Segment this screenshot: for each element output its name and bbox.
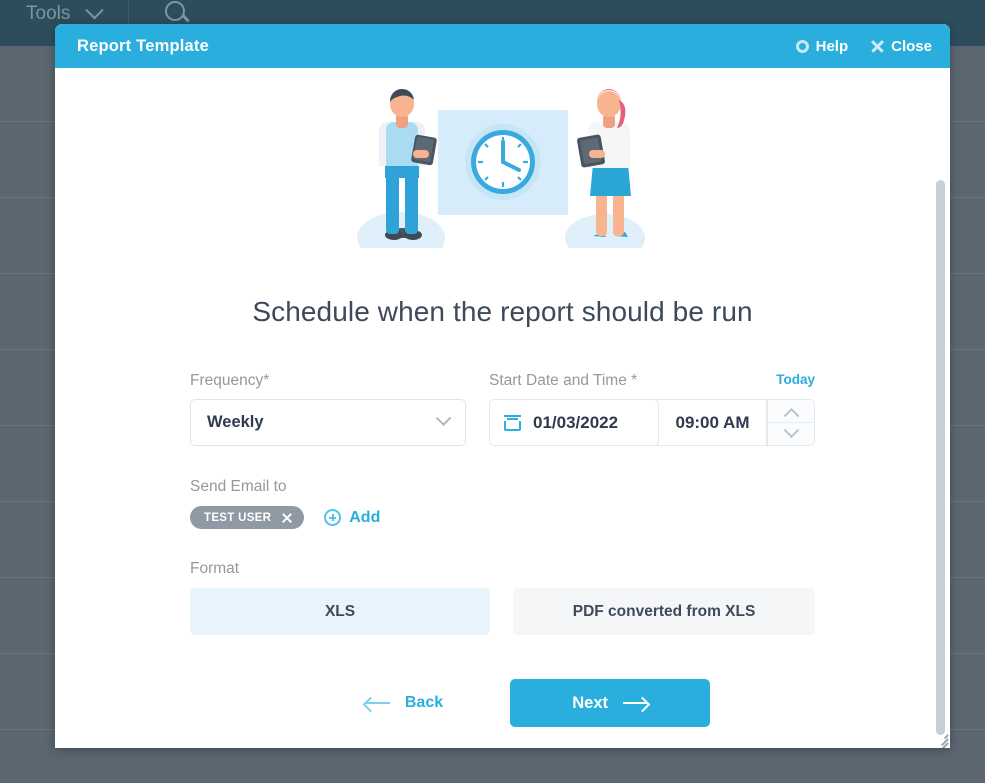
format-label: Format — [190, 560, 240, 577]
close-button[interactable]: Close — [870, 38, 932, 55]
back-button-label: Back — [404, 694, 444, 711]
add-recipient-button[interactable]: Add — [324, 509, 380, 527]
wizard-footer-actions: Back Next — [190, 679, 815, 727]
chevron-up-icon — [783, 407, 799, 424]
frequency-value: Weekly — [207, 413, 264, 431]
format-option-pdf[interactable]: PDF converted from XLS — [513, 588, 815, 635]
chevron-down-icon — [783, 421, 799, 438]
frequency-label: Frequency* — [190, 372, 466, 390]
dialog-title: Report Template — [77, 36, 209, 55]
dialog-titlebar: Report Template Help Close — [55, 24, 950, 68]
calendar-icon — [504, 414, 521, 431]
next-button-label: Next — [572, 693, 608, 712]
format-option-xls[interactable]: XLS — [190, 588, 491, 635]
help-button-label: Help — [815, 37, 849, 55]
schedule-form: Frequency* Weekly Start Date and Time * … — [55, 372, 950, 727]
resize-grip[interactable] — [932, 730, 949, 748]
time-stepper-down[interactable] — [768, 421, 814, 445]
search-icon-handle — [182, 14, 190, 22]
time-input[interactable]: 09:00 AM — [659, 400, 767, 445]
frequency-select[interactable]: Weekly — [190, 399, 466, 446]
date-input[interactable]: 01/03/2022 — [490, 400, 659, 445]
dialog-body: Schedule when the report should be run F… — [55, 68, 950, 748]
help-button[interactable]: Help — [795, 37, 849, 55]
email-recipient-label: TEST USER — [204, 511, 272, 524]
start-datetime-label-text: Start Date and Time — [489, 372, 627, 389]
report-template-dialog: Report Template Help Close Schedule when… — [55, 24, 950, 748]
form-row-frequency-date: Frequency* Weekly Start Date and Time * … — [190, 372, 815, 446]
send-email-label: Send Email to — [190, 478, 287, 495]
close-button-label: Close — [891, 37, 932, 55]
date-value: 01/03/2022 — [533, 412, 619, 432]
format-field-group: Format XLS PDF converted from XLS — [190, 560, 815, 635]
time-stepper — [767, 400, 814, 445]
search-icon-ring — [165, 1, 185, 21]
add-recipient-label: Add — [349, 508, 381, 526]
chevron-down-icon — [85, 0, 105, 19]
start-datetime-control: 01/03/2022 09:00 AM — [489, 399, 815, 446]
modal-scrollbar-thumb[interactable] — [936, 180, 945, 735]
back-button[interactable]: Back — [364, 694, 444, 712]
modal-scrollbar[interactable] — [936, 180, 945, 735]
time-stepper-up[interactable] — [768, 400, 814, 424]
schedule-clock-illustration — [55, 68, 950, 248]
navbar-tools-label: Tools — [26, 3, 71, 24]
email-recipient-list: TEST USER Add — [190, 506, 815, 529]
required-marker: * — [631, 372, 638, 389]
arrow-left-icon — [364, 697, 390, 710]
chevron-down-icon — [435, 410, 452, 427]
frequency-field-group: Frequency* Weekly — [190, 372, 466, 446]
send-email-field-group: Send Email to TEST USER Add — [190, 478, 815, 529]
email-recipient-tag[interactable]: TEST USER — [190, 506, 305, 529]
arrow-right-icon — [623, 697, 648, 710]
plus-circle-icon — [324, 509, 342, 526]
today-link[interactable]: Today — [776, 372, 815, 387]
next-button[interactable]: Next — [510, 679, 711, 727]
required-marker: * — [263, 372, 270, 389]
time-value: 09:00 AM — [675, 412, 750, 432]
close-icon — [870, 39, 884, 53]
start-datetime-field-group: Start Date and Time * Today 01/03/2022 0… — [489, 372, 815, 446]
close-icon[interactable] — [281, 512, 292, 523]
format-option-list: XLS PDF converted from XLS — [190, 588, 815, 635]
page-title: Schedule when the report should be run — [252, 296, 753, 327]
lifebuoy-icon — [795, 39, 809, 53]
start-datetime-label: Start Date and Time * — [489, 372, 815, 390]
frequency-label-text: Frequency — [190, 372, 264, 389]
